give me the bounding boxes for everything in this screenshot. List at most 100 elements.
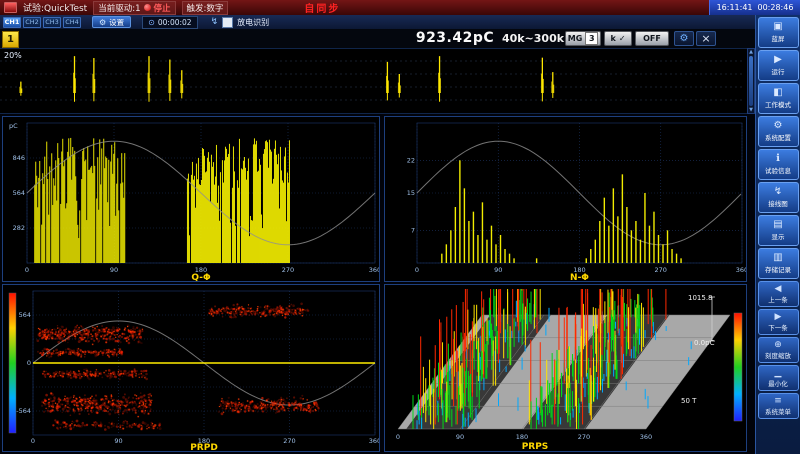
discharge-recognition-toggle[interactable]: ↯ 放电识别: [211, 17, 270, 28]
pulse-waveform-chart: [0, 49, 745, 113]
mg-gain-button[interactable]: MG 3: [565, 31, 601, 46]
prpd-scatter: [37, 303, 320, 431]
svg-text:0: 0: [25, 266, 29, 274]
sidebar-item-save[interactable]: ▥存储记录: [758, 248, 799, 279]
off-button[interactable]: OFF: [635, 31, 669, 46]
qphi-bars: [35, 138, 290, 263]
k-calibration-button[interactable]: k ✓: [604, 31, 632, 46]
test-name-label: 试验:QuickTest: [23, 1, 87, 14]
svg-text:564: 564: [13, 189, 25, 197]
check-icon: ✓: [619, 34, 626, 43]
sidebar-item-mode[interactable]: ◧工作模式: [758, 83, 799, 114]
svg-text:90: 90: [110, 266, 118, 274]
strip-scrollbar[interactable]: ▲ ▼: [747, 48, 755, 114]
svg-text:-564: -564: [16, 407, 31, 415]
sidebar-tool-minimize[interactable]: ▁最小化: [758, 365, 799, 391]
save-icon: ▥: [773, 253, 782, 263]
monitor-icon: ▣: [773, 22, 782, 32]
sidebar-item-label: 运行: [772, 66, 785, 76]
info-icon: ℹ: [776, 154, 780, 164]
prpd-colorbar: [9, 293, 16, 433]
sidebar-tool-menu[interactable]: ≡系统菜单: [758, 393, 799, 419]
settings-label: 设置: [109, 17, 124, 28]
svg-text:270: 270: [283, 437, 295, 445]
menu-icon: ≡: [774, 397, 782, 406]
trigger-indicator: 触发:数字: [182, 1, 229, 15]
sidebar-item-info[interactable]: ℹ试验信息: [758, 149, 799, 180]
sidebar-tool-prev[interactable]: ◀上一条: [758, 281, 799, 307]
svg-text:846: 846: [13, 154, 25, 162]
settings-button[interactable]: ⚙ 设置: [92, 16, 131, 28]
n-phi-panel: 22157090180270360N-Φ: [384, 116, 747, 282]
sidebar-tool-zoom[interactable]: ⊕刻度缩放: [758, 337, 799, 363]
svg-text:1015.8: 1015.8: [688, 294, 713, 302]
channel-ch3-button[interactable]: CH3: [43, 17, 61, 28]
display-icon: ▤: [773, 220, 782, 230]
svg-text:0: 0: [396, 433, 400, 441]
elapsed-time: 00:28:46: [758, 3, 794, 12]
svg-text:7: 7: [411, 226, 415, 234]
channel-tab-1[interactable]: 1: [2, 31, 19, 48]
sidebar-item-label: 接线图: [768, 198, 788, 208]
svg-text:360: 360: [369, 266, 379, 274]
pulse-spikes: [20, 56, 554, 102]
svg-text:22: 22: [407, 156, 415, 164]
svg-text:15: 15: [407, 189, 415, 197]
gear-icon: ⚙: [774, 121, 783, 131]
close-button[interactable]: ×: [696, 31, 716, 46]
channel-ch1-button[interactable]: CH1: [3, 17, 21, 28]
sidebar-item-label: 试验信息: [765, 165, 791, 175]
scroll-thumb[interactable]: [749, 56, 753, 106]
mode-icon: ◧: [773, 88, 782, 98]
scroll-up-icon[interactable]: ▲: [749, 49, 753, 55]
channel-ch2-button[interactable]: CH2: [23, 17, 41, 28]
svg-text:0: 0: [27, 359, 31, 367]
prps-panel: 1015.80.0pC50 T090180270360PRPS: [384, 284, 747, 452]
svg-text:pC: pC: [9, 122, 18, 130]
svg-text:PRPS: PRPS: [522, 442, 549, 451]
close-icon: ×: [701, 32, 710, 45]
gear-icon: ⚙: [99, 18, 106, 27]
sidebar-item-display[interactable]: ▤显示: [758, 215, 799, 246]
prpd-chart: 5640-564090180270360PRPD: [3, 285, 379, 451]
svg-text:360: 360: [369, 437, 379, 445]
svg-text:N-Φ: N-Φ: [570, 273, 589, 281]
svg-text:180: 180: [516, 433, 528, 441]
drive-indicator: 当前驱动:1 停止: [93, 1, 175, 15]
sidebar-item-label: 蓝屏: [772, 33, 785, 43]
svg-text:90: 90: [114, 437, 122, 445]
pd-monitor-app: 试验:QuickTest 当前驱动:1 停止 触发:数字 自同步 16:11:4…: [0, 0, 800, 454]
sidebar-item-gear[interactable]: ⚙系统配置: [758, 116, 799, 147]
svg-text:270: 270: [282, 266, 294, 274]
settings-gear-button[interactable]: ⚙: [674, 31, 694, 46]
sidebar: ▣蓝屏▶运行◧工作模式⚙系统配置ℹ试验信息↯接线图▤显示▥存储记录◀上一条▶下一…: [755, 15, 800, 454]
sidebar-tool-next[interactable]: ▶下一条: [758, 309, 799, 335]
pulse-waveform-panel: 20%: [0, 48, 747, 114]
sidebar-item-monitor[interactable]: ▣蓝屏: [758, 17, 799, 48]
discharge-label: 放电识别: [237, 17, 269, 28]
sidebar-item-label: 系统配置: [765, 132, 791, 142]
discharge-icon: ↯: [211, 17, 219, 27]
scale-percent-label: 20%: [4, 51, 22, 60]
svg-text:360: 360: [736, 266, 746, 274]
app-logo-icon: [4, 2, 17, 13]
clock-display: 16:11:41 00:28:46: [709, 0, 800, 15]
n-phi-chart: 22157090180270360N-Φ: [385, 117, 746, 281]
discharge-checkbox[interactable]: [222, 17, 233, 28]
svg-text:50 T: 50 T: [681, 397, 697, 405]
svg-text:0: 0: [31, 437, 35, 445]
sidebar-item-play[interactable]: ▶运行: [758, 50, 799, 81]
next-icon: ▶: [775, 313, 782, 322]
sidebar-item-label: 显示: [772, 231, 785, 241]
clock-time: 16:11:41: [717, 3, 753, 12]
reading-bar: 1 923.42pC 40k~300k MG 3 k ✓ OFF ⚙ ×: [0, 29, 755, 49]
channel-ch4-button[interactable]: CH4: [63, 17, 81, 28]
svg-text:360: 360: [640, 433, 652, 441]
scroll-down-icon[interactable]: ▼: [749, 107, 753, 113]
svg-text:282: 282: [13, 224, 25, 232]
play-icon: ▶: [774, 55, 782, 65]
svg-text:564: 564: [19, 311, 31, 319]
svg-text:0: 0: [415, 266, 419, 274]
prps-colorbar: [734, 313, 742, 421]
sidebar-item-wiring[interactable]: ↯接线图: [758, 182, 799, 213]
